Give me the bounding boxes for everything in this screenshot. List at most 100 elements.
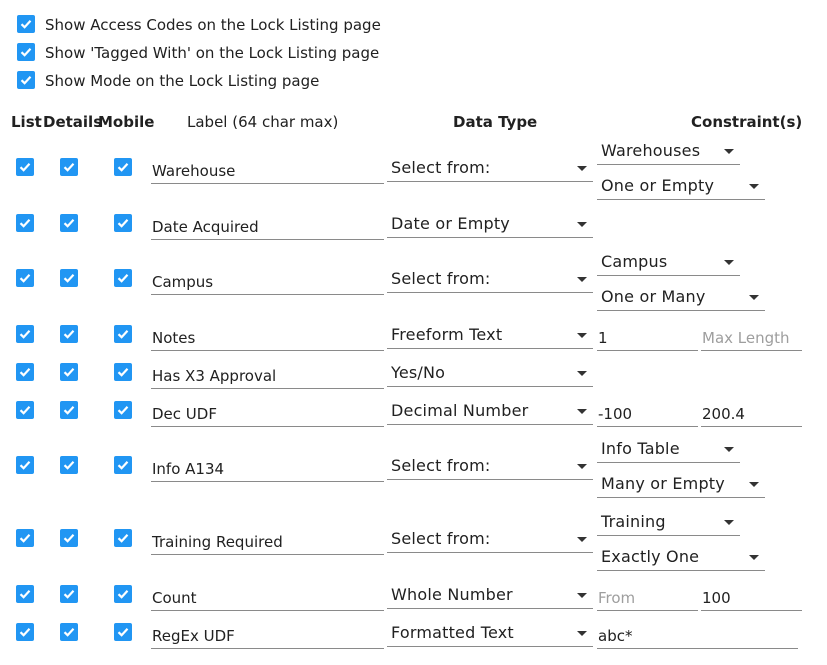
mobile-checkbox[interactable] [114,623,132,641]
min-value-input[interactable]: From [597,587,698,611]
check-icon [63,219,75,228]
check-icon [117,628,129,637]
chevron-down-icon [749,295,759,300]
max-length-input[interactable]: Max Length [701,327,802,351]
max-value-input[interactable]: 200.4 [701,403,802,427]
data-type-value: Decimal Number [391,401,529,420]
mobile-checkbox[interactable] [114,269,132,287]
mobile-checkbox[interactable] [114,401,132,419]
details-checkbox[interactable] [60,363,78,381]
data-type-select[interactable]: Whole Number [387,583,593,609]
data-type-select[interactable]: Decimal Number [387,399,593,425]
constraint-source-select[interactable]: Info Table [597,437,740,463]
details-checkbox[interactable] [60,325,78,343]
label-input[interactable]: Warehouse [151,160,384,184]
label-input[interactable]: Info A134 [151,458,384,482]
list-checkbox[interactable] [16,401,34,419]
list-checkbox[interactable] [16,158,34,176]
chevron-down-icon [749,555,759,560]
data-type-select[interactable]: Select from: [387,267,593,293]
chevron-down-icon [577,222,587,227]
label-input[interactable]: Has X3 Approval [151,365,384,389]
min-length-input[interactable]: 1 [597,327,698,351]
list-checkbox[interactable] [16,529,34,547]
check-icon [63,534,75,543]
show-tagged-with-checkbox[interactable] [17,43,35,61]
constraint-cardinality-select[interactable]: Many or Empty [597,472,765,498]
details-checkbox[interactable] [60,269,78,287]
max-value-input[interactable]: 100 [701,587,802,611]
label-input[interactable]: Count [151,587,384,611]
mobile-checkbox[interactable] [114,585,132,603]
constraint-source-value: Training [601,512,666,531]
list-checkbox[interactable] [16,585,34,603]
details-checkbox[interactable] [60,456,78,474]
check-icon [19,368,31,377]
data-type-select[interactable]: Yes/No [387,361,593,387]
list-checkbox[interactable] [16,623,34,641]
details-checkbox[interactable] [60,623,78,641]
header-details: Details [43,113,103,131]
data-type-value: Select from: [391,456,491,475]
label-input[interactable]: Notes [151,327,384,351]
label-input[interactable]: Campus [151,271,384,295]
constraint-source-value: Campus [601,252,668,271]
check-icon [117,330,129,339]
data-type-value: Yes/No [391,363,446,382]
constraint-cardinality-select[interactable]: One or Empty [597,174,765,200]
show-mode-checkbox[interactable] [17,71,35,89]
check-icon [19,628,31,637]
min-value-input[interactable]: -100 [597,403,698,427]
constraint-cardinality-select[interactable]: Exactly One [597,545,765,571]
check-icon [63,590,75,599]
chevron-down-icon [577,371,587,376]
data-type-select[interactable]: Formatted Text [387,621,593,647]
check-icon [19,534,31,543]
data-type-value: Freeform Text [391,325,503,344]
details-checkbox[interactable] [60,158,78,176]
mobile-checkbox[interactable] [114,456,132,474]
pattern-input[interactable]: abc* [597,625,798,649]
show-access-codes-checkbox[interactable] [17,15,35,33]
data-type-select[interactable]: Freeform Text [387,323,593,349]
check-icon [19,219,31,228]
data-type-value: Select from: [391,269,491,288]
check-icon [19,590,31,599]
list-checkbox[interactable] [16,269,34,287]
data-type-value: Date or Empty [391,214,510,233]
check-icon [63,274,75,283]
mobile-checkbox[interactable] [114,529,132,547]
details-checkbox[interactable] [60,401,78,419]
details-checkbox[interactable] [60,585,78,603]
chevron-down-icon [577,464,587,469]
constraint-source-select[interactable]: Training [597,510,740,536]
list-checkbox[interactable] [16,214,34,232]
header-label: Label (64 char max) [187,113,339,131]
check-icon [19,330,31,339]
details-checkbox[interactable] [60,529,78,547]
data-type-select[interactable]: Select from: [387,527,593,553]
constraint-source-select[interactable]: Warehouses [597,139,740,165]
chevron-down-icon [577,537,587,542]
check-icon [63,628,75,637]
mobile-checkbox[interactable] [114,363,132,381]
details-checkbox[interactable] [60,214,78,232]
label-input[interactable]: RegEx UDF [151,625,384,649]
mobile-checkbox[interactable] [114,214,132,232]
data-type-select[interactable]: Date or Empty [387,212,593,238]
list-checkbox[interactable] [16,325,34,343]
list-checkbox[interactable] [16,363,34,381]
list-checkbox[interactable] [16,456,34,474]
data-type-select[interactable]: Select from: [387,156,593,182]
label-input[interactable]: Dec UDF [151,403,384,427]
data-type-value: Select from: [391,158,491,177]
constraint-source-select[interactable]: Campus [597,250,740,276]
constraint-cardinality-select[interactable]: One or Many [597,285,765,311]
constraint-source-value: Warehouses [601,141,701,160]
mobile-checkbox[interactable] [114,325,132,343]
mobile-checkbox[interactable] [114,158,132,176]
check-icon [63,461,75,470]
data-type-select[interactable]: Select from: [387,454,593,480]
label-input[interactable]: Date Acquired [151,216,384,240]
label-input[interactable]: Training Required [151,531,384,555]
